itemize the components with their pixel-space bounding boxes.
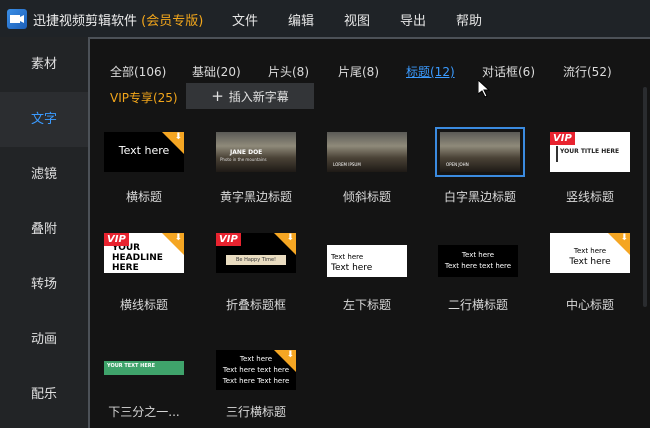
thumb-text: LOREM IPSUM [333,162,361,167]
tab-basic[interactable]: 基础(20) [192,63,241,80]
sidebar: 素材 文字 滤镜 叠附 转场 动画 配乐 [0,37,88,428]
vip-badge: VIP [550,132,575,145]
template-card[interactable]: Be Happy Time! VIP ⬇ [216,233,296,273]
template-card[interactable]: Text here Text here [327,245,407,277]
tab-vip[interactable]: VIP专享(25) [110,89,178,106]
template-caption: 横线标题 [119,298,168,312]
title-bar: 迅捷视频剪辑软件 (会员专版) 文件 编辑 视图 导出 帮助 [0,0,650,37]
template-caption: 黄字黑边标题 [219,190,292,204]
thumb-text: Text here Text here [222,377,290,385]
menu-file[interactable]: 文件 [232,10,258,29]
template-card-selected[interactable]: OPEN JOHN [435,127,525,177]
tab-popular[interactable]: 流行(52) [563,63,612,80]
template-caption: 下三分之一... [108,405,180,419]
template-caption: 折叠标题框 [225,298,286,312]
thumb-text: Text here [461,251,495,259]
template-card[interactable]: YOUR TITLE HERE VIP [550,132,630,172]
thumb-text: OPEN JOHN [446,162,469,167]
vip-badge: VIP [104,233,129,246]
menu-help[interactable]: 帮助 [456,10,482,29]
sidebar-item-filter[interactable]: 滤镜 [0,147,88,202]
sidebar-item-transition[interactable]: 转场 [0,257,88,312]
tab-all[interactable]: 全部(106) [110,63,166,80]
thumb-text: Text here [569,257,611,267]
tab-title[interactable]: 标题(12) [406,63,455,80]
download-icon: ⬇ [286,350,294,360]
content-panel: 全部(106) 基础(20) 片头(8) 片尾(8) 标题(12) 对话框(6)… [88,37,650,428]
thumb-text: YOUR TEXT HERE [107,363,156,369]
menu-view[interactable]: 视图 [344,10,370,29]
thumb-text: Text here text here [444,262,512,270]
tab-intro[interactable]: 片头(8) [268,63,309,80]
tab-outro[interactable]: 片尾(8) [338,63,379,80]
app-logo-icon [7,9,27,29]
template-caption: 中心标题 [565,298,614,312]
template-caption: 横标题 [125,190,162,204]
app-name: 迅捷视频剪辑软件 [33,14,138,29]
template-card[interactable]: Text here Text here ⬇ [550,233,630,273]
plus-icon: + [211,87,224,105]
download-icon: ⬇ [174,233,182,243]
download-icon: ⬇ [174,132,182,142]
template-card[interactable]: JANE DOE Photo in the mountains [216,132,296,172]
template-caption: 三行横标题 [225,405,286,419]
vertical-line [556,146,558,162]
thumb-text: Be Happy Time! [235,257,277,263]
template-caption: 白字黑边标题 [443,190,516,204]
template-caption: 竖线标题 [565,190,614,204]
mouse-cursor-icon [478,80,490,98]
insert-subtitle-button[interactable]: + 插入新字幕 [186,83,314,109]
template-card[interactable]: Text here Text here text here [438,245,518,277]
thumb-text: JANE DOE [230,149,263,156]
template-card[interactable]: Text here Text here text here Text here … [216,350,296,390]
sidebar-item-animation[interactable]: 动画 [0,312,88,367]
app-title: 迅捷视频剪辑软件 (会员专版) [33,10,203,29]
thumb-text: YOUR TITLE HERE [560,148,620,155]
download-icon: ⬇ [620,233,628,243]
thumb-text: Text here [331,263,373,273]
template-caption: 二行横标题 [447,298,508,312]
thumb-text: Text here [331,253,364,261]
template-card[interactable]: YOUR HEADLINE HERE VIP ⬇ [104,233,184,273]
tab-dialog[interactable]: 对话框(6) [482,63,535,80]
app-edition: (会员专版) [141,14,204,29]
sidebar-item-music[interactable]: 配乐 [0,367,88,422]
thumb-text: Photo in the mountains [220,157,267,162]
template-card[interactable]: Text here ⬇ [104,132,184,172]
sidebar-item-material[interactable]: 素材 [0,37,88,92]
template-card[interactable]: YOUR TEXT HERE [104,361,184,375]
insert-subtitle-label: 插入新字幕 [228,90,289,104]
download-icon: ⬇ [286,233,294,243]
template-caption: 左下标题 [342,298,391,312]
vip-badge: VIP [216,233,241,246]
sidebar-item-overlay[interactable]: 叠附 [0,202,88,257]
template-card[interactable]: LOREM IPSUM [327,132,407,172]
sidebar-item-text[interactable]: 文字 [0,92,88,147]
menu-export[interactable]: 导出 [400,10,426,29]
menu-edit[interactable]: 编辑 [288,10,314,29]
template-caption: 倾斜标题 [342,190,391,204]
